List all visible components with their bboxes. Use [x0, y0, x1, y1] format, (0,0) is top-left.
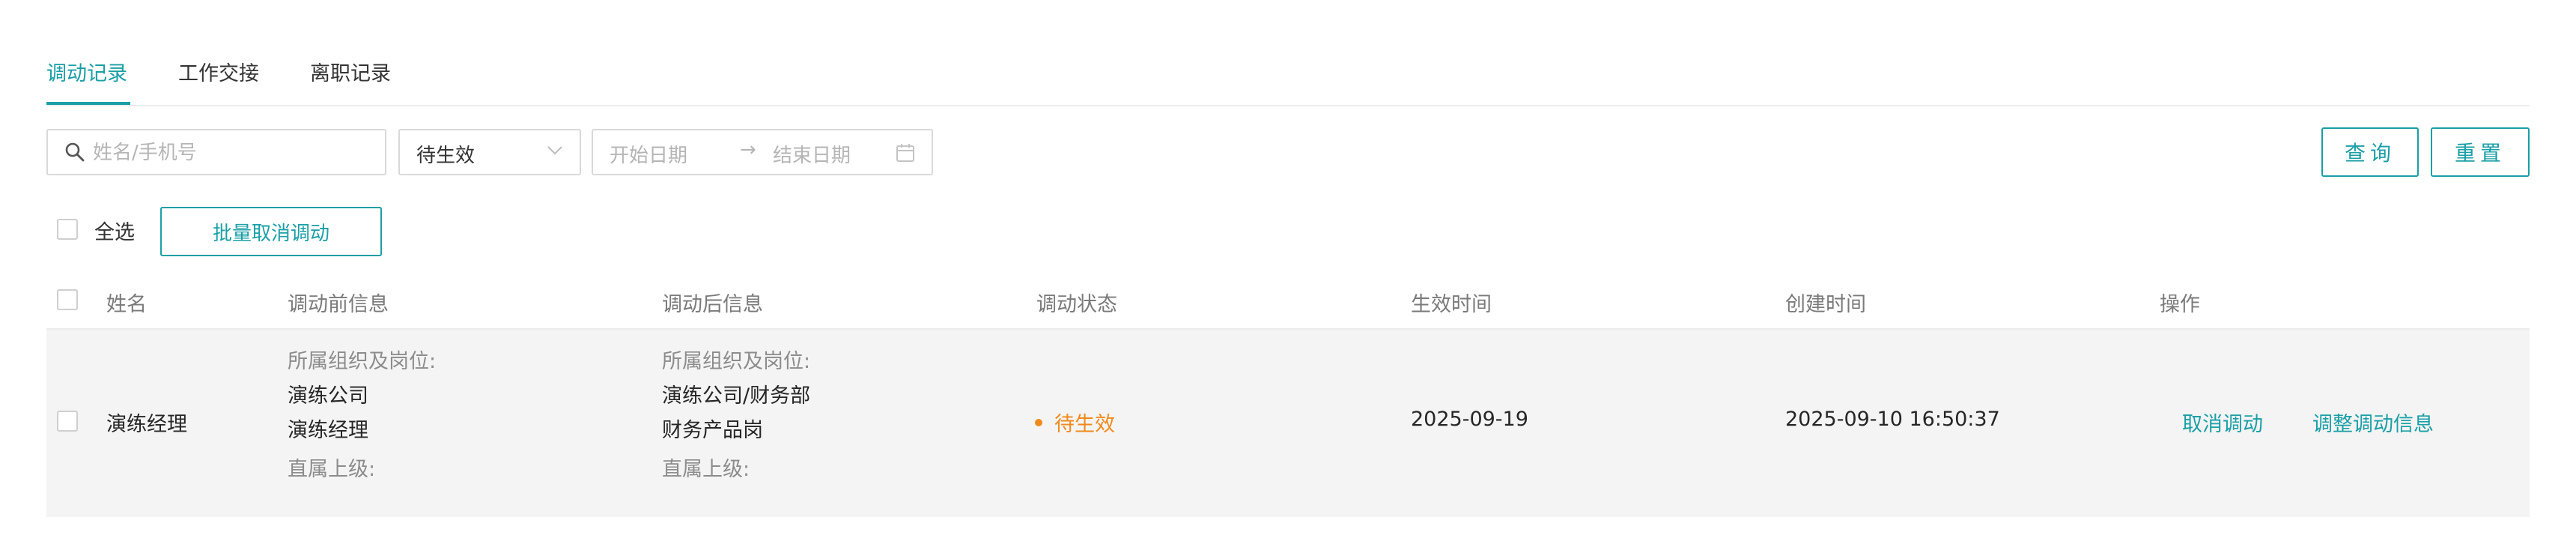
status-select-value: 待生效	[416, 145, 476, 167]
cancel-transfer-link[interactable]: 取消调动	[2182, 408, 2263, 437]
before-org-label: 所属组织及岗位:	[288, 350, 437, 373]
status-badge: 待生效	[1035, 408, 1115, 437]
chevron-down-icon	[547, 146, 562, 155]
tab-resignation-records[interactable]: 离职记录	[310, 57, 391, 86]
tab-transfer-records[interactable]: 调动记录	[46, 57, 127, 86]
table-row: 演练经理 所属组织及岗位: 演练公司 演练经理 直属上级: 所属组织及岗位: 演…	[46, 330, 2530, 517]
table-header: 姓名 调动前信息 调动后信息 调动状态 生效时间 创建时间 操作	[46, 273, 2530, 330]
col-status-header: 调动状态	[1036, 293, 1117, 316]
row-checkbox[interactable]	[57, 411, 78, 432]
status-text: 待生效	[1054, 413, 1115, 436]
after-position: 财务产品岗	[662, 419, 763, 442]
search-field[interactable]	[46, 129, 386, 175]
active-tab-indicator	[46, 102, 130, 105]
before-superior-label: 直属上级:	[288, 458, 376, 481]
effective-time: 2025-09-19	[1411, 408, 1528, 431]
batch-cancel-transfer-button[interactable]: 批量取消调动	[160, 207, 382, 256]
tab-work-handover[interactable]: 工作交接	[178, 57, 259, 86]
col-actions-header: 操作	[2160, 293, 2200, 316]
adjust-transfer-link[interactable]: 调整调动信息	[2312, 408, 2434, 437]
transfer-records-page: 调动记录 工作交接 离职记录 待生效 开始日期 → 结束日期 查询 重置 全选 …	[46, 0, 2530, 553]
tab-bar: 调动记录 工作交接 离职记录	[46, 48, 2530, 106]
search-input[interactable]	[91, 136, 379, 169]
after-superior-label: 直属上级:	[662, 458, 750, 481]
before-org: 演练公司	[288, 384, 368, 408]
start-date-input[interactable]: 开始日期	[610, 140, 687, 168]
status-dot-icon	[1035, 418, 1042, 426]
select-all-checkbox[interactable]	[57, 219, 78, 240]
row-name: 演练经理	[106, 413, 187, 436]
header-checkbox[interactable]	[57, 289, 78, 310]
col-before-header: 调动前信息	[288, 293, 389, 316]
before-position: 演练经理	[288, 419, 368, 442]
select-all-label: 全选	[94, 221, 135, 244]
range-arrow: →	[740, 139, 756, 161]
col-after-header: 调动后信息	[662, 293, 763, 316]
status-select[interactable]: 待生效	[398, 129, 581, 175]
query-button[interactable]: 查询	[2321, 127, 2419, 177]
reset-button[interactable]: 重置	[2431, 127, 2530, 177]
end-date-input[interactable]: 结束日期	[773, 140, 851, 168]
after-org: 演练公司/财务部	[662, 384, 811, 408]
created-time: 2025-09-10 16:50:37	[1785, 408, 2000, 431]
calendar-icon	[896, 144, 914, 162]
after-org-label: 所属组织及岗位:	[662, 350, 811, 373]
search-icon	[65, 142, 85, 162]
col-created-header: 创建时间	[1785, 293, 1866, 316]
date-range-picker[interactable]: 开始日期 → 结束日期	[592, 129, 933, 175]
col-effective-header: 生效时间	[1411, 293, 1492, 316]
col-name-header: 姓名	[106, 293, 147, 316]
